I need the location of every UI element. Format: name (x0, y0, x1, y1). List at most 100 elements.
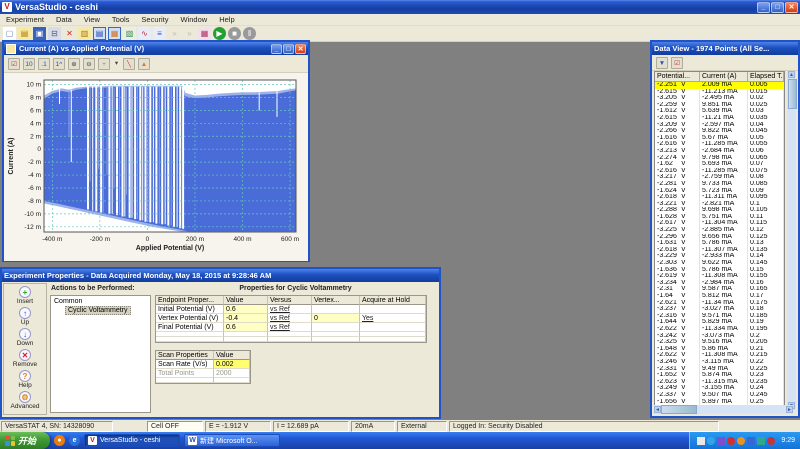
table-row[interactable]: -1.64 V 5.812 mA 0.17 (655, 293, 784, 300)
property-cell[interactable]: 0.6 (224, 305, 268, 314)
task-microsoft-o[interactable]: W 新建 Microsoft O... (184, 434, 281, 447)
menu-view[interactable]: View (78, 15, 106, 24)
scroll-thumb[interactable] (661, 405, 697, 414)
table-row[interactable]: -3.213 V -2.684 mA 0.06 (655, 147, 784, 155)
table-row[interactable]: -1.628 V 5.751 mA 0.11 (655, 213, 784, 221)
vertical-scrollbar[interactable]: ▲▼ (787, 71, 797, 410)
table-row[interactable]: -2.619 V -11.308 mA 0.155 (655, 273, 784, 280)
table-row[interactable]: -1.636 V 5.786 mA 0.15 (655, 266, 784, 274)
overlay-graphs-icon[interactable]: ∿ (138, 27, 151, 40)
tree-item-cyclic-voltammetry[interactable]: Cyclic Voltammetry (51, 305, 150, 315)
log-x-icon[interactable]: 10 (23, 57, 35, 70)
property-cell[interactable]: vs Ref (268, 305, 312, 314)
folder-icon[interactable]: ▥ (78, 27, 91, 40)
close-button[interactable]: ✕ (295, 43, 306, 54)
zoom-in-icon[interactable]: ⊕ (68, 57, 80, 70)
data-view-icon[interactable]: ▤ (93, 27, 106, 40)
table-row[interactable]: -2.331 V 9.49 mA 0.225 (655, 365, 784, 373)
table-row[interactable]: -2.616 V -11.285 mA 0.075 (655, 167, 784, 175)
quick-launch-browser-icon[interactable]: ● (54, 435, 66, 446)
table-row[interactable]: -3.221 V -2.821 mA 0.1 (655, 200, 784, 208)
cv-plot[interactable]: 10 m 8 m 6 m 4 m 2 m 0 -2 m -4 m -6 m -8 m -10 m -1… (4, 73, 308, 261)
open-icon[interactable]: ▤ (18, 27, 31, 40)
table-row[interactable]: -2.618 V -11.307 mA 0.135 (655, 246, 784, 254)
table-row[interactable]: -3.229 V -2.933 mA 0.14 (655, 253, 784, 261)
table-row[interactable]: -2.617 V -11.304 mA 0.115 (655, 220, 784, 228)
table-row[interactable]: -2.316 V 9.571 mA 0.185 (655, 312, 784, 320)
table-row[interactable]: -3.225 V -2.885 mA 0.12 (655, 227, 784, 234)
table-row[interactable]: -2.288 V 9.698 mA 0.105 (655, 207, 784, 214)
property-cell[interactable]: 2000 (214, 369, 250, 378)
table-row[interactable]: -2.615 V -11.213 mA 0.015 (655, 88, 784, 96)
delete-icon[interactable]: ✕ (63, 27, 76, 40)
restore-button[interactable]: □ (283, 43, 294, 54)
property-cell[interactable]: 0.002 (214, 360, 250, 369)
table-row[interactable]: -1.62 V 5.693 mA 0.07 (655, 161, 784, 168)
quick-launch-ie-icon[interactable]: e (69, 435, 81, 446)
data-view-titlebar[interactable]: Data View - 1974 Points (All Se... (652, 42, 798, 55)
table-row[interactable]: -1.644 V 5.829 mA 0.19 (655, 319, 784, 326)
column-header-elapsed-t[interactable]: Elapsed T... (748, 72, 784, 82)
horizontal-scrollbar[interactable]: ◄ ► (654, 405, 793, 414)
pause-icon[interactable]: ‖ (243, 27, 256, 40)
table-row[interactable]: -2.618 V -11.311 mA 0.095 (655, 194, 784, 201)
menu-help[interactable]: Help (213, 15, 240, 24)
insert-button[interactable]: + Insert (17, 286, 33, 307)
tray-icon-1[interactable] (697, 436, 706, 445)
instrument-icon[interactable]: ▦ (198, 27, 211, 40)
scroll-right-arrow[interactable]: ► (786, 406, 793, 413)
column-header-current-a[interactable]: Current (A) (700, 72, 748, 82)
table-row[interactable]: -1.616 V 5.67 mA 0.05 (655, 134, 784, 142)
table-row[interactable]: -2.325 V 9.516 mA 0.205 (655, 339, 784, 346)
tray-icon-4[interactable] (727, 436, 736, 445)
table-row[interactable]: -2.622 V -11.334 mA 0.195 (655, 325, 784, 333)
minimize-button[interactable]: _ (271, 43, 282, 54)
down-button[interactable]: ↓ Down (17, 328, 33, 349)
start-button[interactable]: 开始 (0, 432, 51, 449)
pan-icon[interactable]: + (98, 57, 110, 70)
tray-icon-8[interactable] (767, 436, 776, 445)
run-icon[interactable]: » (168, 27, 181, 40)
axes-setup-icon[interactable]: ☑ (8, 57, 20, 70)
table-row[interactable]: -2.31 V 9.587 mA 0.165 (655, 286, 784, 293)
tray-icon-7[interactable] (757, 436, 766, 445)
table-row[interactable]: -2.266 V 9.822 mA 0.045 (655, 128, 784, 135)
table-row[interactable]: -2.296 V 9.656 mA 0.125 (655, 233, 784, 241)
table-row[interactable]: -2.337 V 9.507 mA 0.245 (655, 391, 784, 399)
new-icon[interactable]: ▢ (3, 27, 16, 40)
table-row[interactable]: -1.612 V 5.639 mA 0.03 (655, 108, 784, 115)
property-cell[interactable]: Yes (360, 314, 426, 323)
rerun-icon[interactable]: » (183, 27, 196, 40)
line-tool-icon[interactable]: ╲ (123, 57, 135, 70)
table-row[interactable]: -2.615 V -11.21 mA 0.035 (655, 114, 784, 122)
table-row[interactable]: -3.234 V -2.984 mA 0.16 (655, 279, 784, 287)
up-button[interactable]: ↑ Up (19, 307, 31, 328)
table-row[interactable]: -1.652 V 5.874 mA 0.23 (655, 372, 784, 379)
tray-icon-2[interactable] (707, 436, 716, 445)
tray-icon-6[interactable] (747, 436, 756, 445)
table-row[interactable]: -2.616 V -11.285 mA 0.055 (655, 141, 784, 148)
table-row[interactable]: -2.251 V 2.009 mA 0.005 (655, 82, 784, 89)
stop-icon[interactable]: ■ (228, 27, 241, 40)
menu-data[interactable]: Data (50, 15, 78, 24)
table-row[interactable]: -2.303 V 9.622 mA 0.145 (655, 260, 784, 267)
close-button[interactable]: ✕ (785, 1, 798, 13)
notes-icon[interactable]: ≡ (153, 27, 166, 40)
restore-button[interactable]: □ (771, 1, 784, 13)
property-cell[interactable]: 0.6 (224, 323, 268, 332)
filter-icon[interactable]: ▼ (656, 56, 668, 69)
main-titlebar[interactable]: V VersaStudio - ceshi _ □ ✕ (0, 0, 800, 14)
scroll-up-arrow[interactable]: ▲ (788, 71, 795, 78)
table-row[interactable]: -3.209 V -2.597 mA 0.04 (655, 121, 784, 129)
scroll-thumb[interactable] (788, 79, 797, 109)
table-row[interactable]: -3.237 V -3.027 mA 0.18 (655, 306, 784, 313)
peak-tool-icon[interactable]: ▲ (138, 57, 150, 70)
table-row[interactable]: -1.631 V 5.786 mA 0.13 (655, 240, 784, 247)
table-row[interactable]: -2.281 V 9.733 mA 0.085 (655, 180, 784, 188)
table-row[interactable]: -3.217 V -2.759 mA 0.08 (655, 174, 784, 181)
table-row[interactable]: -1.648 V 5.86 mA 0.21 (655, 345, 784, 353)
graph-view-icon[interactable]: ▦ (108, 27, 121, 40)
help-button[interactable]: ? Help (18, 370, 32, 391)
table-row[interactable]: -2.623 V -11.315 mA 0.235 (655, 378, 784, 386)
menu-security[interactable]: Security (135, 15, 174, 24)
